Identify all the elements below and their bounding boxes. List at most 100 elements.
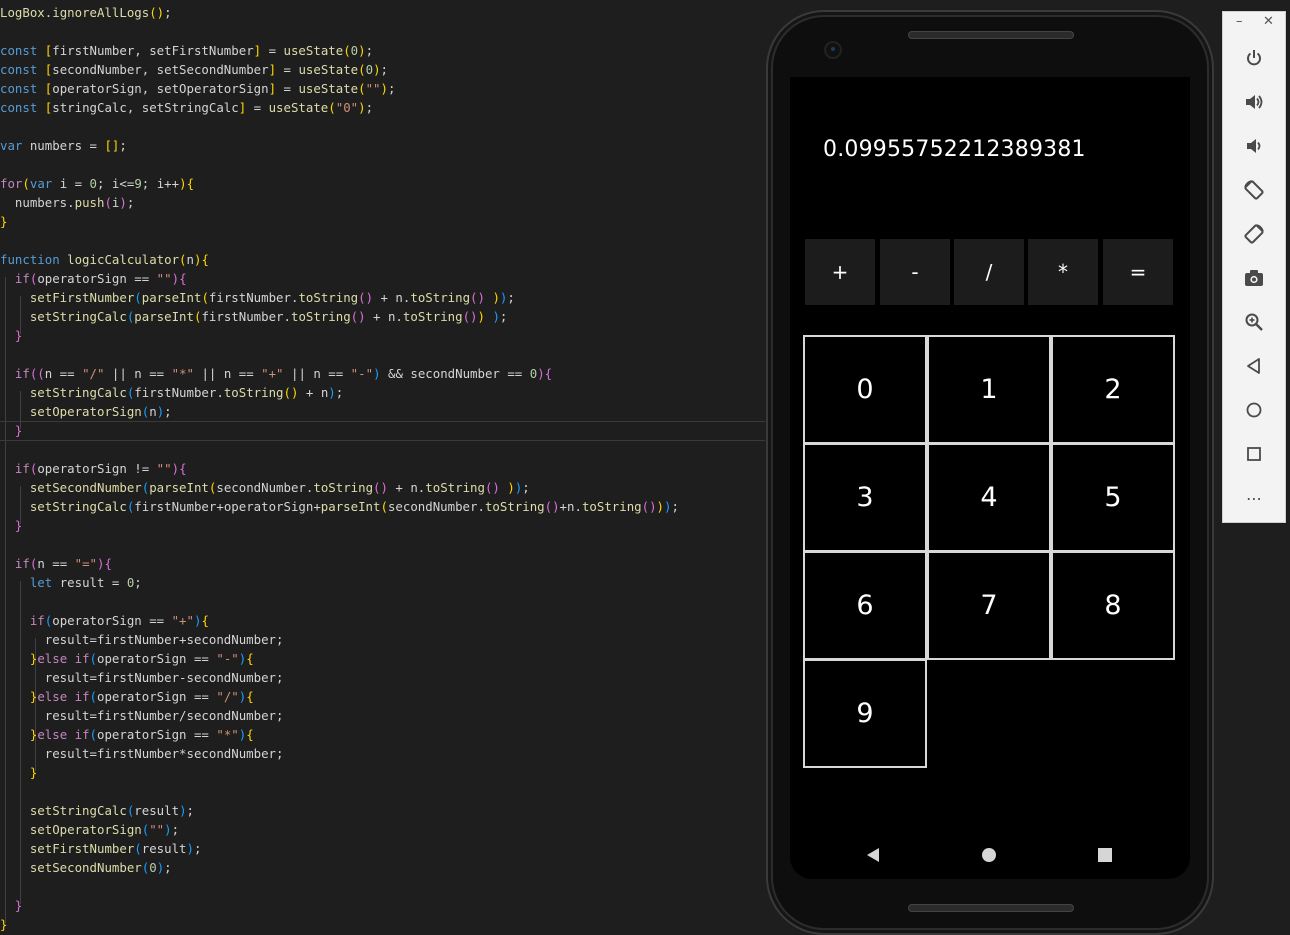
digit-button-6[interactable]: 6 — [803, 551, 927, 660]
code-line[interactable]: setSecondNumber(parseInt(secondNumber.to… — [0, 478, 765, 497]
code-line[interactable]: } — [0, 421, 765, 441]
code-line[interactable]: } — [0, 896, 765, 915]
digit-button-2[interactable]: 2 — [1051, 335, 1175, 444]
code-line[interactable]: setStringCalc(parseInt(firstNumber.toStr… — [0, 307, 765, 326]
code-token: result — [141, 841, 187, 856]
code-line[interactable]: if(operatorSign == ""){ — [0, 269, 765, 288]
close-button[interactable]: ✕ — [1263, 14, 1274, 29]
code-token: ) — [380, 81, 388, 96]
code-line[interactable] — [0, 535, 765, 554]
code-token: "" — [156, 461, 172, 476]
code-line[interactable]: setSecondNumber(0); — [0, 858, 765, 877]
code-line[interactable] — [0, 592, 765, 611]
code-line[interactable]: result=firstNumber+secondNumber; — [0, 630, 765, 649]
code-token: ; — [164, 404, 172, 419]
code-token: secondNumber, setSecondNumber — [52, 62, 269, 77]
operator-button-minus[interactable]: - — [880, 239, 950, 305]
code-line[interactable]: if((n == "/" || n == "*" || n == "+" || … — [0, 364, 765, 383]
digit-button-3[interactable]: 3 — [803, 443, 927, 552]
code-line[interactable] — [0, 231, 765, 250]
nav-back-button[interactable] — [865, 847, 881, 867]
code-line[interactable]: setOperatorSign(""); — [0, 820, 765, 839]
code-token: toString — [425, 480, 485, 495]
code-line[interactable] — [0, 877, 765, 896]
code-line[interactable]: setStringCalc(result); — [0, 801, 765, 820]
code-line[interactable] — [0, 22, 765, 41]
code-token: else if — [37, 689, 90, 704]
home-icon — [1246, 402, 1262, 418]
code-line[interactable]: setFirstNumber(result); — [0, 839, 765, 858]
code-line[interactable]: } — [0, 915, 765, 934]
digit-button-4[interactable]: 4 — [927, 443, 1051, 552]
minimize-button[interactable]: – — [1236, 14, 1243, 29]
code-line[interactable] — [0, 345, 765, 364]
code-line[interactable]: if(n == "="){ — [0, 554, 765, 573]
digit-button-5[interactable]: 5 — [1051, 443, 1175, 552]
digit-button-8[interactable]: 8 — [1051, 551, 1175, 660]
digit-button-1[interactable]: 1 — [927, 335, 1051, 444]
code-line[interactable]: result=firstNumber/secondNumber; — [0, 706, 765, 725]
operator-button-multiply[interactable]: * — [1028, 239, 1098, 305]
code-line[interactable]: setFirstNumber(parseInt(firstNumber.toSt… — [0, 288, 765, 307]
code-line[interactable]: result=firstNumber*secondNumber; — [0, 744, 765, 763]
digit-button-9[interactable]: 9 — [803, 659, 927, 768]
code-line[interactable]: setStringCalc(firstNumber.toString() + n… — [0, 383, 765, 402]
code-token: { — [201, 613, 209, 628]
operator-button-plus[interactable]: + — [805, 239, 875, 305]
nav-overview-button[interactable] — [1097, 847, 1113, 867]
code-token: ) — [358, 100, 366, 115]
code-token: toString — [581, 499, 642, 514]
code-line[interactable]: if(operatorSign != ""){ — [0, 459, 765, 478]
code-line[interactable] — [0, 117, 765, 136]
code-line[interactable]: } — [0, 516, 765, 535]
code-line[interactable]: const [operatorSign, setOperatorSign] = … — [0, 79, 765, 98]
code-line[interactable]: }else if(operatorSign == "*"){ — [0, 725, 765, 744]
screenshot-button[interactable] — [1241, 265, 1267, 291]
code-token: () — [373, 480, 388, 495]
code-line[interactable]: }else if(operatorSign == "-"){ — [0, 649, 765, 668]
code-line[interactable]: } — [0, 212, 765, 231]
code-line[interactable]: }else if(operatorSign == "/"){ — [0, 687, 765, 706]
code-line[interactable]: for(var i = 0; i<=9; i++){ — [0, 174, 765, 193]
back-button[interactable] — [1241, 353, 1267, 379]
home-button[interactable] — [1241, 397, 1267, 423]
volume-down-button[interactable] — [1241, 133, 1267, 159]
code-line[interactable] — [0, 440, 765, 459]
code-line[interactable]: } — [0, 326, 765, 345]
code-line[interactable] — [0, 155, 765, 174]
code-line[interactable]: LogBox.ignoreAllLogs(); — [0, 3, 765, 22]
code-token: useState — [298, 81, 359, 96]
code-line[interactable]: numbers.push(i); — [0, 193, 765, 212]
code-line[interactable]: const [firstNumber, setFirstNumber] = us… — [0, 41, 765, 60]
phone-screen: 0.09955752212389381 + - / * = 0 1 2 3 4 … — [790, 77, 1190, 879]
nav-home-button[interactable] — [981, 847, 997, 867]
code-line[interactable]: var numbers = []; — [0, 136, 765, 155]
operator-button-equals[interactable]: = — [1103, 239, 1173, 305]
code-token: var — [0, 138, 30, 153]
code-token: firstNumber, setFirstNumber — [52, 43, 254, 58]
digit-button-0[interactable]: 0 — [803, 335, 927, 444]
code-line[interactable]: setOperatorSign(n); — [0, 402, 765, 421]
code-line[interactable]: const [stringCalc, setStringCalc] = useS… — [0, 98, 765, 117]
more-button[interactable]: ⋯ — [1241, 485, 1267, 511]
digit-button-7[interactable]: 7 — [927, 551, 1051, 660]
code-line[interactable] — [0, 782, 765, 801]
code-line[interactable]: if(operatorSign == "+"){ — [0, 611, 765, 630]
code-line[interactable]: } — [0, 763, 765, 782]
code-line[interactable]: let result = 0; — [0, 573, 765, 592]
operator-button-divide[interactable]: / — [954, 239, 1024, 305]
code-line[interactable]: function logicCalculator(n){ — [0, 250, 765, 269]
code-token: ) — [179, 176, 187, 191]
rotate-right-button[interactable] — [1241, 221, 1267, 247]
code-line[interactable]: result=firstNumber-secondNumber; — [0, 668, 765, 687]
overview-button[interactable] — [1241, 441, 1267, 467]
zoom-button[interactable] — [1241, 309, 1267, 335]
power-button[interactable] — [1241, 45, 1267, 71]
code-token: { — [104, 556, 112, 571]
code-line[interactable]: setStringCalc (firstNumber+operatorSign+p… — [0, 497, 765, 516]
code-editor[interactable]: LogBox.ignoreAllLogs(); const [firstNumbe… — [0, 0, 765, 935]
code-line[interactable]: const [secondNumber, setSecondNumber] = … — [0, 60, 765, 79]
rotate-left-button[interactable] — [1241, 177, 1267, 203]
volume-up-button[interactable] — [1241, 89, 1267, 115]
